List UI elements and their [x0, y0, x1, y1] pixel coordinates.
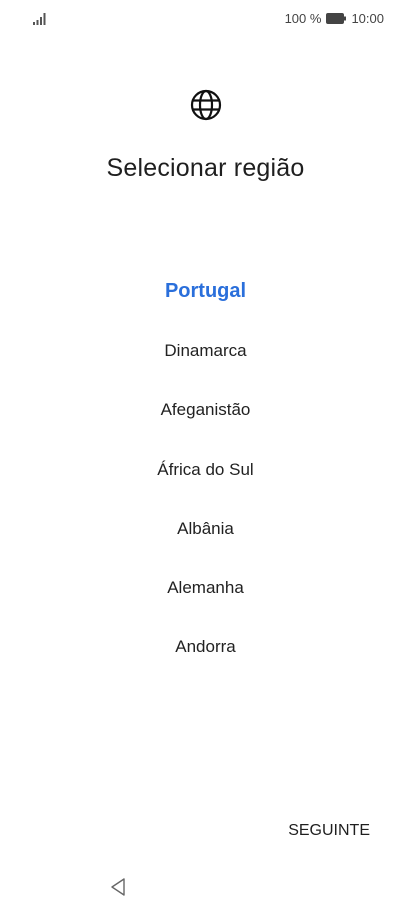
- battery-icon: [326, 13, 347, 24]
- region-option-6[interactable]: Andorra: [0, 618, 411, 677]
- region-list[interactable]: Portugal Dinamarca Afeganistão África do Su…: [0, 262, 411, 677]
- region-option-3[interactable]: África do Sul: [0, 440, 411, 499]
- region-option-4[interactable]: Albânia: [0, 499, 411, 558]
- navigation-bar: [0, 866, 411, 914]
- globe-icon: [190, 89, 222, 121]
- region-option-2[interactable]: Afeganistão: [0, 381, 411, 440]
- back-triangle-icon[interactable]: [109, 877, 127, 897]
- battery-percent: 100 %: [284, 11, 322, 26]
- status-bar: 100 % 10:00: [0, 0, 411, 40]
- next-button[interactable]: SEGUINTE: [288, 818, 370, 844]
- region-option-5[interactable]: Alemanha: [0, 558, 411, 617]
- page-title: Selecionar região: [106, 154, 305, 182]
- status-right: 100 % 10:00: [285, 11, 384, 26]
- signal-icon: [33, 13, 46, 25]
- clock: 10:00: [351, 11, 384, 26]
- region-option-0[interactable]: Portugal: [0, 262, 411, 321]
- phone-screen: 100 % 10:00 Selecionar região Portugal Di…: [0, 0, 411, 914]
- region-option-1[interactable]: Dinamarca: [0, 321, 411, 380]
